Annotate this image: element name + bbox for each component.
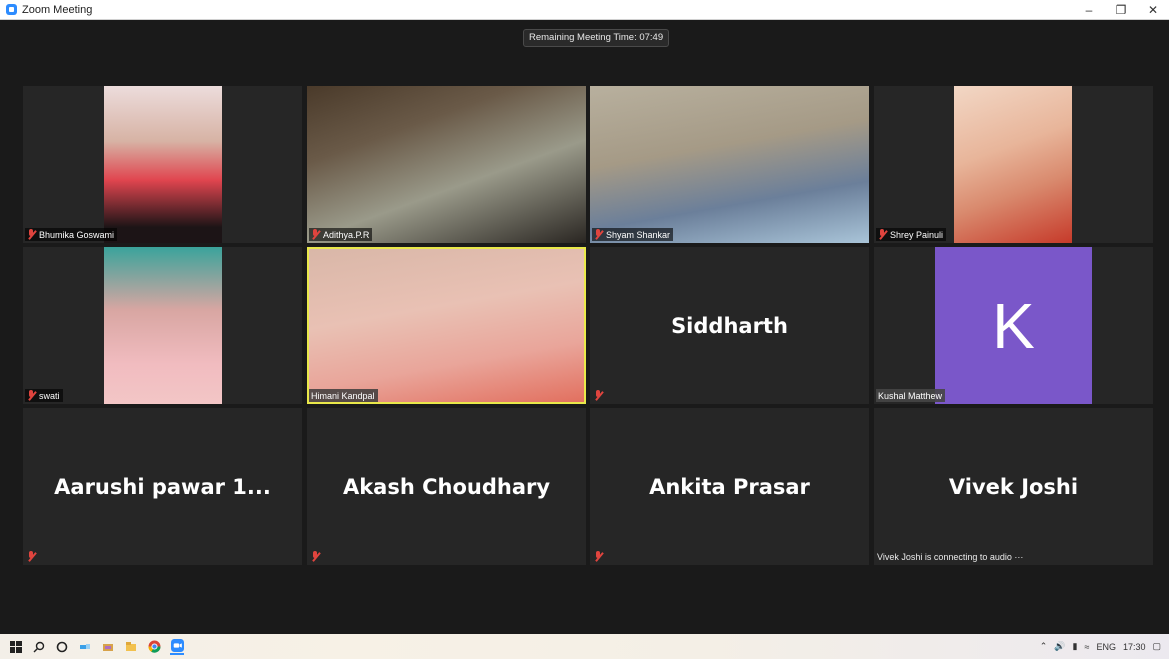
window-controls: – ❐ ✕ bbox=[1073, 0, 1169, 19]
name-label bbox=[25, 550, 42, 563]
participant-name: Himani Kandpal bbox=[311, 390, 375, 401]
participant-name: Bhumika Goswami bbox=[39, 229, 115, 240]
participant-tile[interactable]: Bhumika Goswami bbox=[23, 86, 302, 243]
participant-name-display: Akash Choudhary bbox=[342, 474, 551, 499]
name-label bbox=[309, 550, 326, 563]
muted-mic-icon bbox=[594, 229, 603, 240]
participant-name-display: Siddharth bbox=[671, 313, 788, 338]
file-explorer-icon[interactable] bbox=[124, 640, 138, 654]
muted-mic-icon bbox=[594, 390, 603, 401]
participant-tile[interactable]: Ankita Prasar bbox=[590, 408, 869, 565]
participant-name: Shyam Shankar bbox=[606, 229, 671, 240]
participant-video bbox=[309, 249, 584, 402]
participant-tile[interactable]: Shrey Painuli bbox=[874, 86, 1153, 243]
participant-video bbox=[104, 86, 222, 243]
participant-tile[interactable]: swati bbox=[23, 247, 302, 404]
name-label: Adithya.P.R bbox=[309, 228, 373, 241]
volume-icon[interactable]: 🔊 bbox=[1054, 641, 1065, 652]
cortana-icon[interactable] bbox=[55, 640, 69, 654]
minimize-button[interactable]: – bbox=[1073, 0, 1105, 19]
muted-mic-icon bbox=[27, 229, 36, 240]
taskbar: ⌃ 🔊 ▮ ≈ ENG 17:30 ▢ bbox=[0, 634, 1169, 659]
participant-tile[interactable]: Vivek Joshi Vivek Joshi is connecting to… bbox=[874, 408, 1153, 565]
name-label: Shyam Shankar bbox=[592, 228, 674, 241]
windows-start-icon[interactable] bbox=[9, 640, 23, 654]
search-icon[interactable] bbox=[32, 640, 46, 654]
name-label: Himani Kandpal bbox=[309, 389, 378, 402]
wifi-icon[interactable]: ≈ bbox=[1084, 642, 1089, 652]
participant-video bbox=[590, 86, 869, 243]
close-button[interactable]: ✕ bbox=[1137, 0, 1169, 19]
muted-mic-icon bbox=[311, 551, 320, 562]
muted-mic-icon bbox=[27, 390, 36, 401]
system-tray: ⌃ 🔊 ▮ ≈ ENG 17:30 ▢ bbox=[1040, 634, 1161, 659]
participant-tile[interactable]: Adithya.P.R bbox=[307, 86, 586, 243]
language-indicator[interactable]: ENG bbox=[1096, 642, 1116, 652]
zoom-taskbar-icon[interactable] bbox=[170, 639, 184, 655]
name-label bbox=[592, 550, 609, 563]
avatar: K bbox=[935, 247, 1092, 404]
notification-icon[interactable]: ▢ bbox=[1152, 641, 1161, 652]
participant-tile[interactable]: K Kushal Matthew bbox=[874, 247, 1153, 404]
participant-tile[interactable]: Siddharth bbox=[590, 247, 869, 404]
participant-tile[interactable]: Akash Choudhary bbox=[307, 408, 586, 565]
title-bar: Zoom Meeting – ❐ ✕ bbox=[0, 0, 1169, 20]
participant-video bbox=[307, 86, 586, 243]
name-label: swati bbox=[25, 389, 63, 402]
audio-status-text: Vivek Joshi is connecting to audio ··· bbox=[877, 552, 1024, 562]
chevron-up-icon[interactable]: ⌃ bbox=[1040, 641, 1048, 652]
meeting-stage: Remaining Meeting Time: 07:49 Bhumika Go… bbox=[0, 20, 1169, 634]
muted-mic-icon bbox=[594, 551, 603, 562]
zoom-app-icon bbox=[6, 4, 17, 15]
participant-name: Shrey Painuli bbox=[890, 229, 944, 240]
battery-icon[interactable]: ▮ bbox=[1073, 641, 1078, 652]
participant-tile[interactable]: Shyam Shankar bbox=[590, 86, 869, 243]
name-label: Kushal Matthew bbox=[876, 389, 946, 402]
participant-tile[interactable]: Aarushi pawar 1... bbox=[23, 408, 302, 565]
participant-name: swati bbox=[39, 390, 60, 401]
participant-video bbox=[104, 247, 222, 404]
participant-name-display: Aarushi pawar 1... bbox=[54, 474, 271, 499]
remaining-time-badge: Remaining Meeting Time: 07:49 bbox=[523, 29, 670, 47]
participant-name-display: Vivek Joshi bbox=[948, 474, 1079, 499]
muted-mic-icon bbox=[311, 229, 320, 240]
participant-name: Kushal Matthew bbox=[878, 390, 943, 401]
name-label: Shrey Painuli bbox=[876, 228, 947, 241]
window-title: Zoom Meeting bbox=[22, 3, 93, 16]
name-label: Bhumika Goswami bbox=[25, 228, 118, 241]
participant-video bbox=[954, 86, 1072, 243]
muted-mic-icon bbox=[27, 551, 36, 562]
name-label bbox=[592, 389, 609, 402]
participant-name-display: Ankita Prasar bbox=[649, 474, 810, 499]
clock[interactable]: 17:30 bbox=[1123, 642, 1146, 652]
muted-mic-icon bbox=[878, 229, 887, 240]
taskview-icon[interactable] bbox=[78, 640, 92, 654]
participant-name: Adithya.P.R bbox=[323, 229, 370, 240]
store-icon[interactable] bbox=[101, 640, 115, 654]
active-speaker-tile[interactable]: Himani Kandpal bbox=[307, 247, 586, 404]
chrome-icon[interactable] bbox=[147, 640, 161, 654]
restore-button[interactable]: ❐ bbox=[1105, 0, 1137, 19]
